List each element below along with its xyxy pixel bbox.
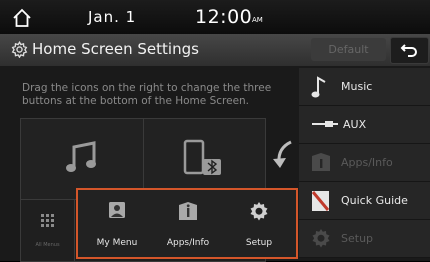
curved-arrow-icon <box>273 140 292 168</box>
draggable-menu-list: Music AUX Apps/Info Quick Guide Setup <box>299 68 430 261</box>
gear-icon <box>11 40 28 59</box>
apps-info-icon <box>179 202 197 220</box>
bottom-button-setup[interactable]: Setup <box>224 190 294 257</box>
date-display: Jan. 1 <box>88 8 137 26</box>
menu-item-label: Apps/Info <box>341 156 393 169</box>
bottom-button-label: Setup <box>245 238 273 248</box>
back-button[interactable] <box>390 37 429 64</box>
back-arrow-icon <box>400 44 417 57</box>
menu-item-quick-guide[interactable]: Quick Guide <box>299 182 430 220</box>
status-bar: Jan. 1 12:00 AM <box>0 0 430 34</box>
ampm-indicator: AM <box>252 16 263 24</box>
all-menus-slot[interactable]: All Menus <box>21 200 75 261</box>
bottom-buttons-dropzone[interactable]: My Menu Apps/Info Setup <box>76 188 298 259</box>
title-bar: Home Screen Settings Default <box>0 34 430 67</box>
music-notes-icon <box>66 141 96 172</box>
gear-icon <box>312 229 330 248</box>
bottom-button-label: My Menu <box>96 238 138 248</box>
menu-item-label: Setup <box>341 232 374 245</box>
page-title: Home Screen Settings <box>32 40 199 58</box>
quick-guide-icon <box>311 191 330 211</box>
bottom-button-my-menu[interactable]: My Menu <box>82 190 152 257</box>
menu-item-label: Music <box>341 80 373 93</box>
all-menus-label: All Menus <box>35 242 60 248</box>
music-note-icon <box>311 76 326 98</box>
menu-item-apps-info[interactable]: Apps/Info <box>299 144 430 182</box>
gear-icon <box>250 202 268 221</box>
home-icon[interactable] <box>12 8 32 28</box>
menu-item-music[interactable]: Music <box>299 68 430 106</box>
clock-display: 12:00 <box>195 6 253 28</box>
apps-info-icon <box>312 153 330 171</box>
bottom-button-apps-info[interactable]: Apps/Info <box>153 190 223 257</box>
my-menu-icon <box>109 202 125 218</box>
menu-item-label: AUX <box>343 118 367 131</box>
phone-bluetooth-icon <box>183 139 221 175</box>
default-button[interactable]: Default <box>311 38 386 61</box>
home-screen-settings-screen: Jan. 1 12:00 AM Home Screen Settings Def… <box>0 0 430 262</box>
aux-cable-icon <box>312 121 338 127</box>
menu-item-aux[interactable]: AUX <box>299 106 430 144</box>
menu-item-label: Quick Guide <box>341 194 408 207</box>
grid-icon <box>41 214 54 227</box>
instructions-text: Drag the icons on the right to change th… <box>22 82 272 107</box>
menu-item-setup[interactable]: Setup <box>299 220 430 258</box>
bottom-button-label: Apps/Info <box>166 238 210 248</box>
